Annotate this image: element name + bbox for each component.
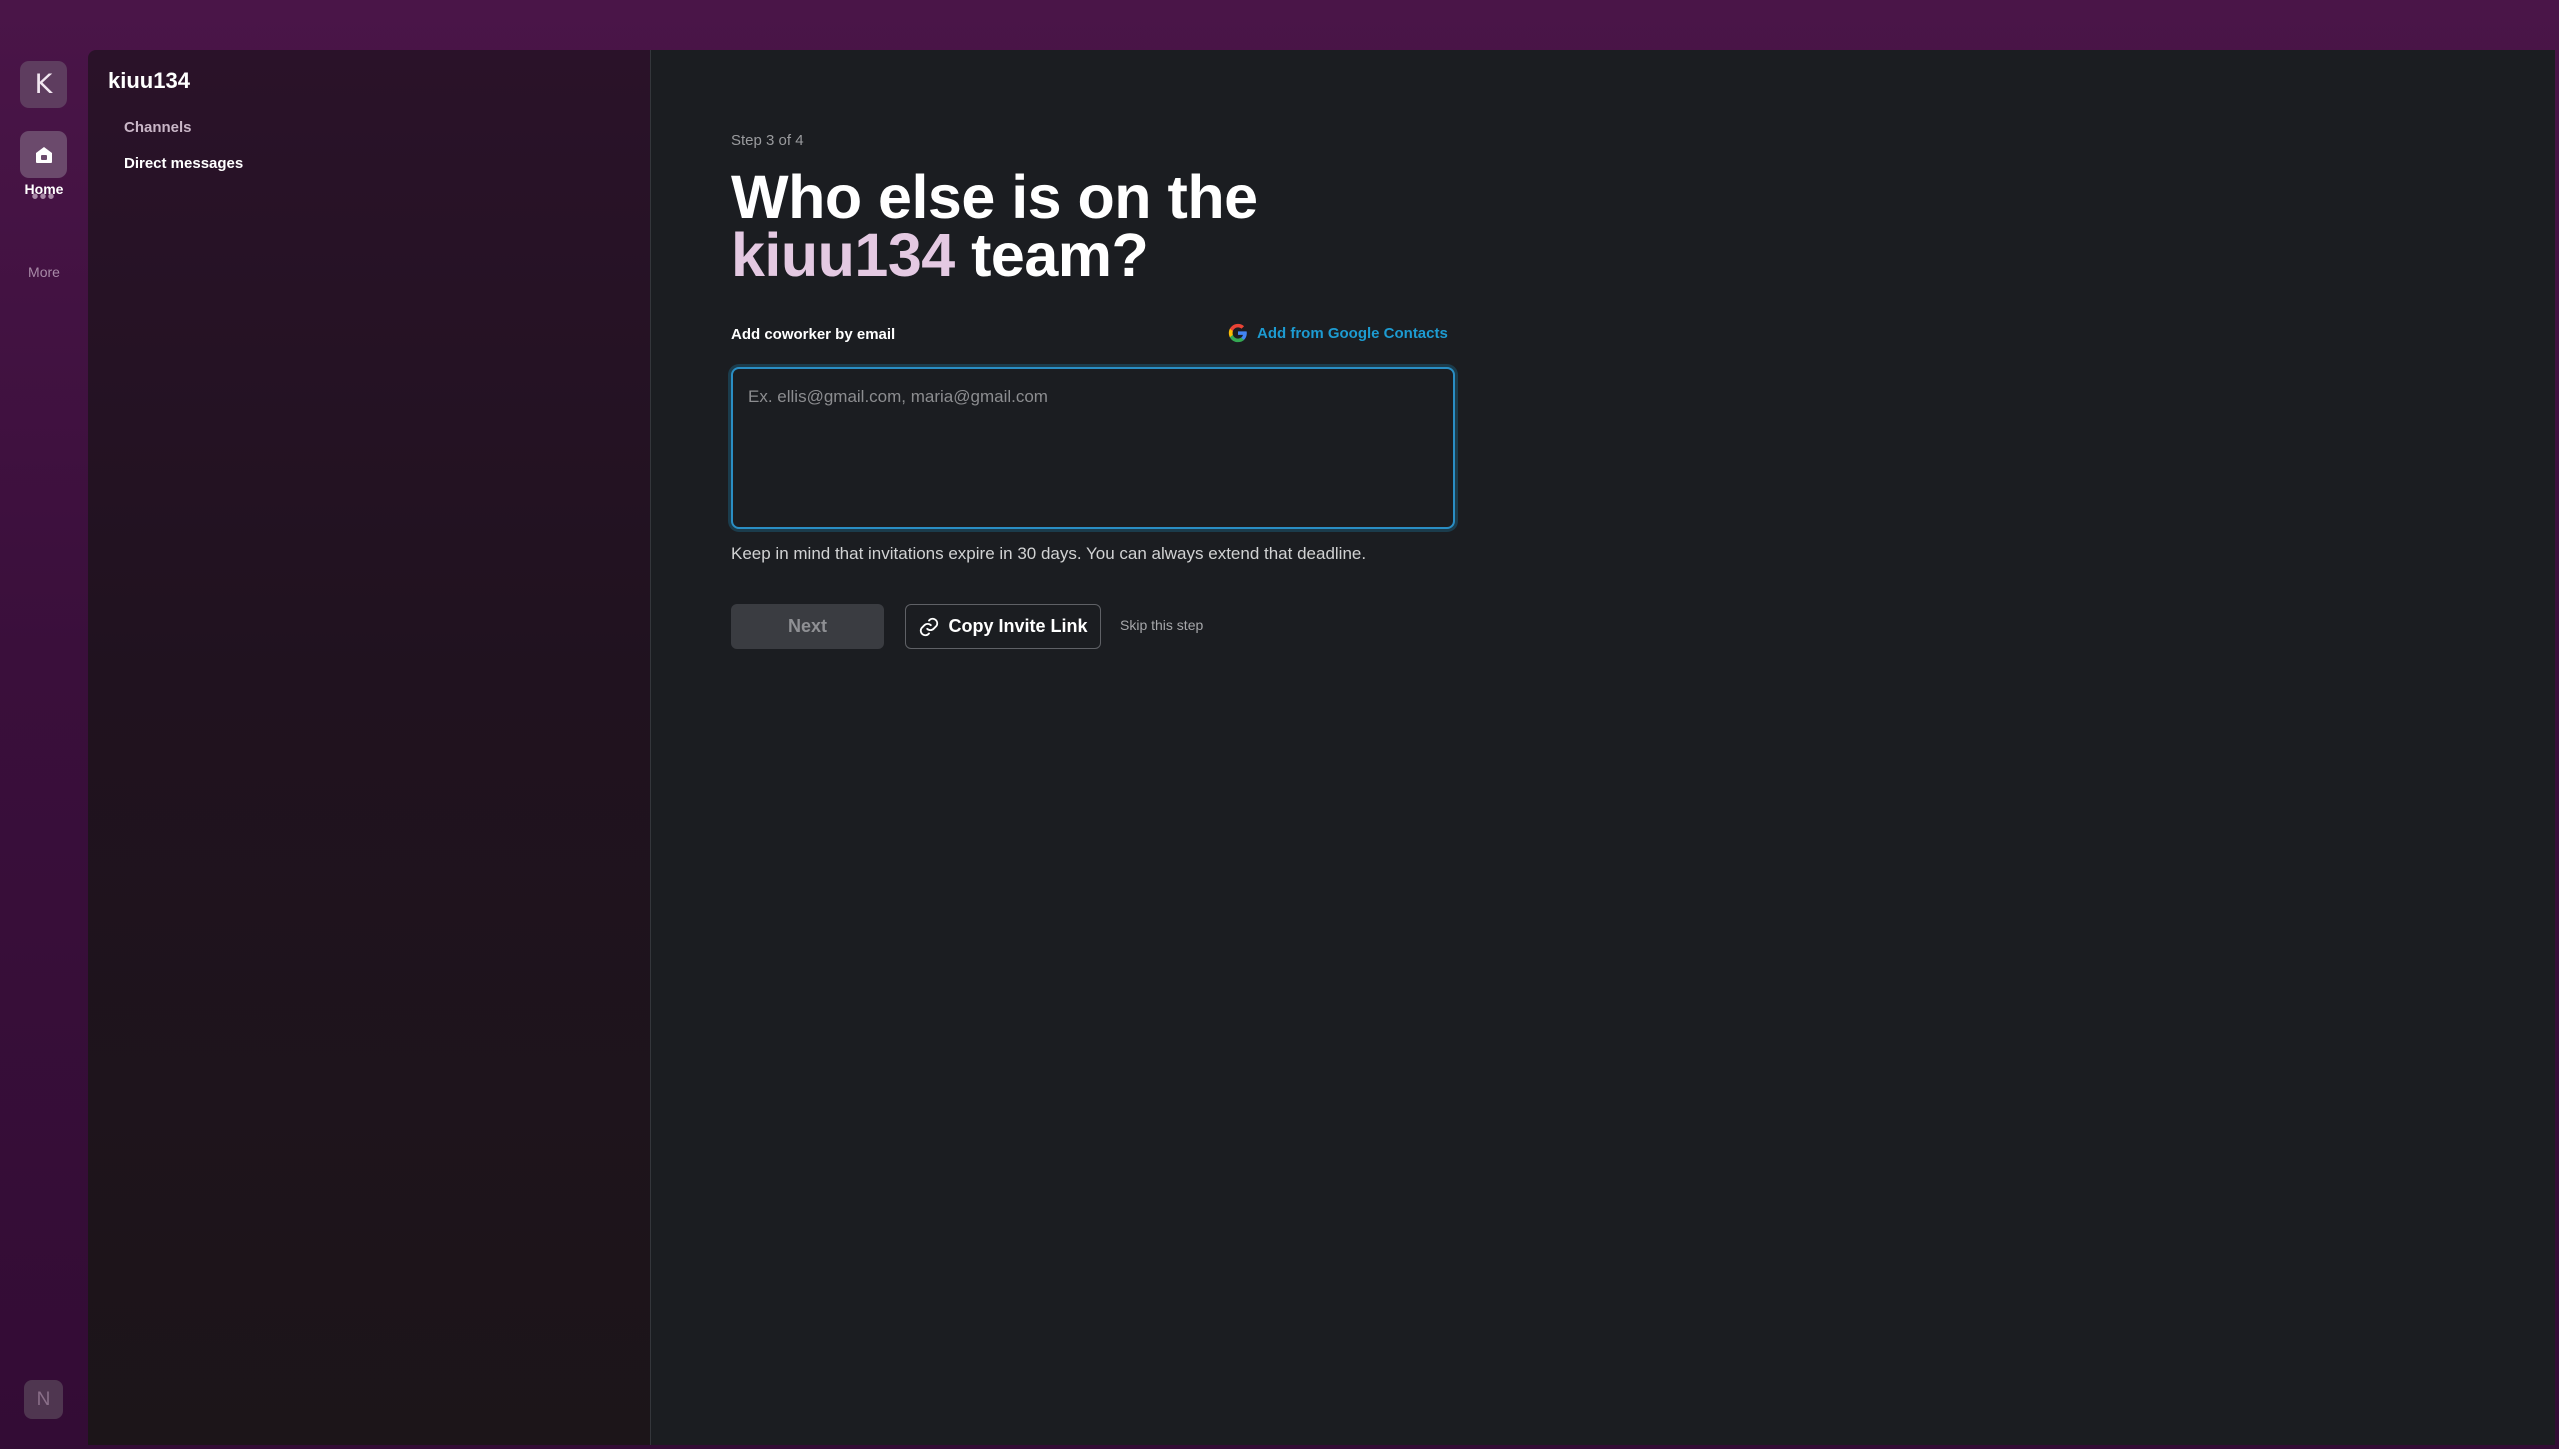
more-button[interactable]: ••• [20,183,67,211]
step-indicator: Step 3 of 4 [731,132,804,149]
headline-suffix: team? [954,221,1149,289]
next-button[interactable]: Next [731,604,884,649]
google-link-label: Add from Google Contacts [1257,324,1448,342]
more-icon: ••• [31,185,56,208]
invitation-hint: Keep in mind that invitations expire in … [731,544,1367,563]
headline-team-name: kiuu134 [731,221,955,289]
sidebar-item-direct-messages[interactable]: Direct messages [124,155,243,172]
copy-invite-link-button[interactable]: Copy Invite Link [905,604,1101,649]
copy-invite-link-label: Copy Invite Link [948,616,1088,636]
more-label: More [28,264,60,280]
email-field-label: Add coworker by email [731,326,896,343]
main-panel: Step 3 of 4 Who else is on the kiuu134 t… [650,50,2555,1445]
workspace-rail: K Home ••• More N [0,50,88,1449]
home-icon [34,145,54,165]
workspace-avatar[interactable]: K [20,61,67,108]
sidebar: kiuu134 Channels Direct messages [88,50,650,1445]
email-field[interactable] [731,367,1455,529]
workspace-name[interactable]: kiuu134 [108,68,190,94]
skip-step-link[interactable]: Skip this step [1120,617,1203,633]
home-button[interactable] [20,131,67,178]
link-icon [918,616,940,638]
user-avatar[interactable]: N [24,1380,63,1419]
add-from-google-contacts-link[interactable]: Add from Google Contacts [1227,322,1448,344]
page-title: Who else is on the kiuu134 team? [731,167,1258,286]
google-icon [1227,322,1249,344]
sidebar-item-channels[interactable]: Channels [124,119,192,136]
